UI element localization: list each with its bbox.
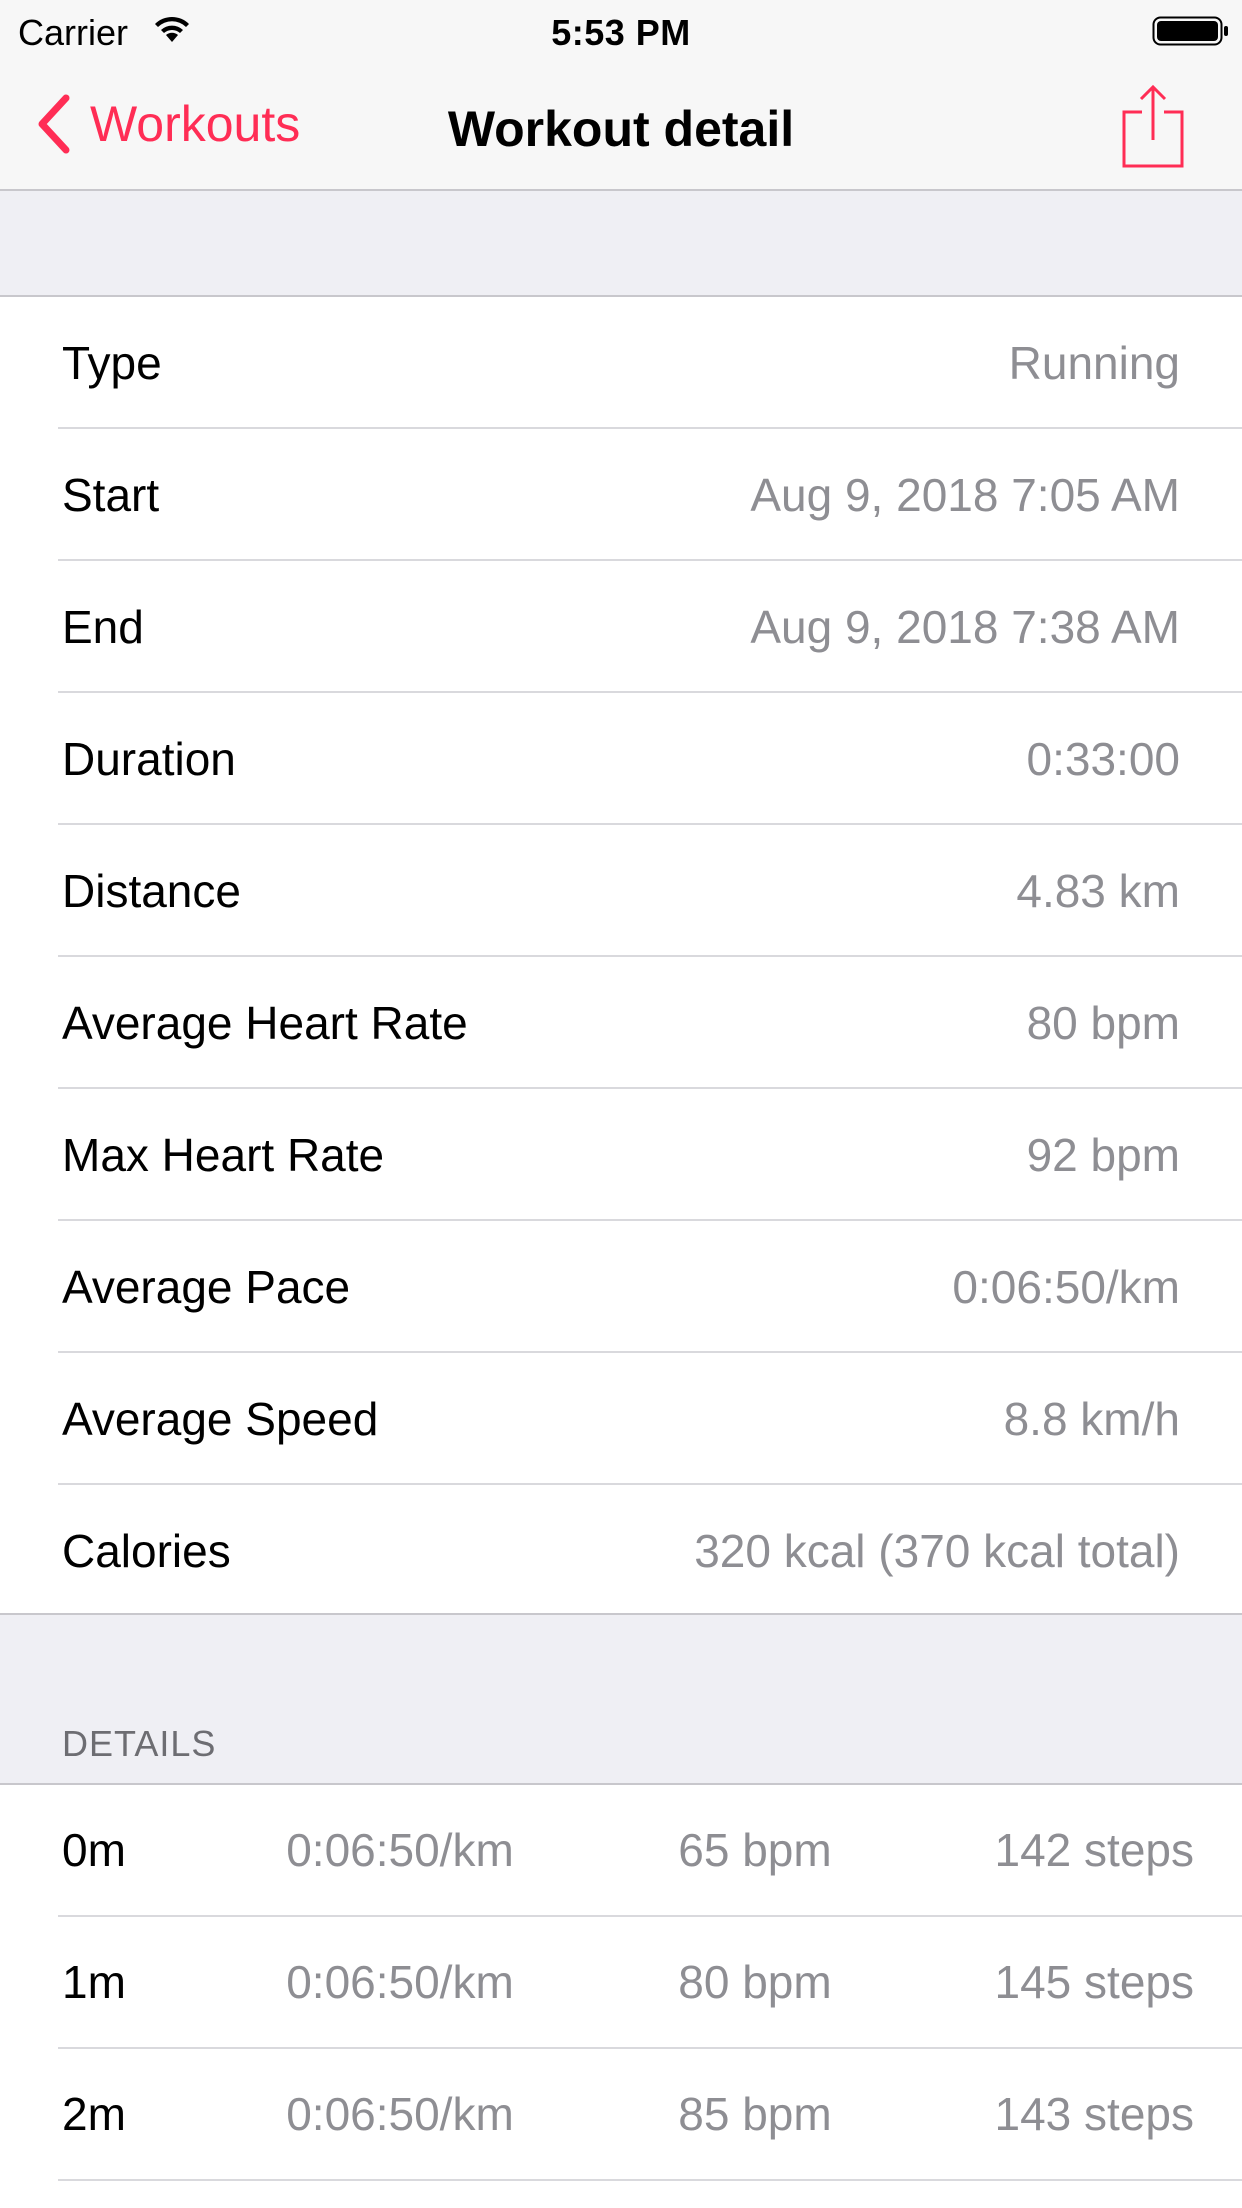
details-section-title: DETAILS — [62, 1723, 217, 1764]
row-label: Average Heart Rate — [62, 997, 468, 1049]
row-label: Average Speed — [62, 1393, 379, 1445]
page-title: Workout detail — [447, 101, 795, 157]
battery-icon — [1152, 16, 1228, 46]
row-value: 320 kcal (370 kcal total) — [694, 1525, 1180, 1577]
detail-pace: 0:06:50/km — [286, 2088, 514, 2140]
detail-pace: 0:06:50/km — [286, 1956, 514, 2008]
summary-row-max-heart-rate: Max Heart Rate 92 bpm — [0, 1089, 1242, 1221]
detail-heart-rate: 85 bpm — [678, 2088, 832, 2140]
row-label: End — [62, 601, 144, 653]
row-value: 8.8 km/h — [1003, 1393, 1180, 1445]
status-bar: Carrier 5:53 PM — [0, 0, 1242, 60]
row-value: Aug 9, 2018 7:38 AM — [750, 601, 1180, 653]
detail-steps: 145 steps — [994, 1956, 1194, 2008]
row-value: 80 bpm — [1026, 997, 1180, 1049]
summary-row-type: Type Running — [0, 297, 1242, 429]
list-item: 1m 0:06:50/km 80 bpm 145 steps — [0, 1917, 1242, 2049]
row-value: 0:06:50/km — [952, 1261, 1180, 1313]
detail-time: 2m — [62, 2088, 126, 2140]
row-label: Start — [62, 469, 160, 521]
row-value: 4.83 km — [1016, 865, 1180, 917]
detail-steps: 142 steps — [994, 1824, 1194, 1876]
row-label: Calories — [62, 1525, 231, 1577]
status-time: 5:53 PM — [551, 12, 691, 53]
row-value: Aug 9, 2018 7:05 AM — [750, 469, 1180, 521]
summary-row-average-speed: Average Speed 8.8 km/h — [0, 1353, 1242, 1485]
row-label: Distance — [62, 865, 241, 917]
navigation-bar: Workouts Workout detail — [0, 60, 1242, 191]
row-label: Average Pace — [62, 1261, 351, 1313]
row-label: Duration — [62, 733, 236, 785]
summary-row-calories: Calories 320 kcal (370 kcal total) — [0, 1485, 1242, 1617]
detail-steps: 143 steps — [994, 2088, 1194, 2140]
list-item: 2m 0:06:50/km 85 bpm 143 steps — [0, 2049, 1242, 2181]
summary-row-average-heart-rate: Average Heart Rate 80 bpm — [0, 957, 1242, 1089]
summary-list: Type Running Start Aug 9, 2018 7:05 AM E… — [0, 297, 1242, 1615]
row-value: 0:33:00 — [1026, 733, 1180, 785]
details-list: 0m 0:06:50/km 65 bpm 142 steps 1m 0:06:5… — [0, 1785, 1242, 2208]
row-label: Type — [62, 337, 162, 389]
summary-row-distance: Distance 4.83 km — [0, 825, 1242, 957]
detail-pace: 0:06:50/km — [286, 1824, 514, 1876]
summary-row-duration: Duration 0:33:00 — [0, 693, 1242, 825]
detail-time: 0m — [62, 1824, 126, 1876]
section-spacer — [0, 191, 1242, 297]
details-section-header: DETAILS — [0, 1615, 1242, 1785]
summary-row-end: End Aug 9, 2018 7:38 AM — [0, 561, 1242, 693]
share-icon[interactable] — [1122, 84, 1184, 168]
summary-row-start: Start Aug 9, 2018 7:05 AM — [0, 429, 1242, 561]
row-value: 92 bpm — [1026, 1129, 1180, 1181]
list-item: 0m 0:06:50/km 65 bpm 142 steps — [0, 1785, 1242, 1917]
detail-heart-rate: 80 bpm — [678, 1956, 832, 2008]
summary-row-average-pace: Average Pace 0:06:50/km — [0, 1221, 1242, 1353]
detail-time: 1m — [62, 1956, 126, 2008]
row-value: Running — [1008, 337, 1180, 389]
row-label: Max Heart Rate — [62, 1129, 385, 1181]
detail-heart-rate: 65 bpm — [678, 1824, 832, 1876]
